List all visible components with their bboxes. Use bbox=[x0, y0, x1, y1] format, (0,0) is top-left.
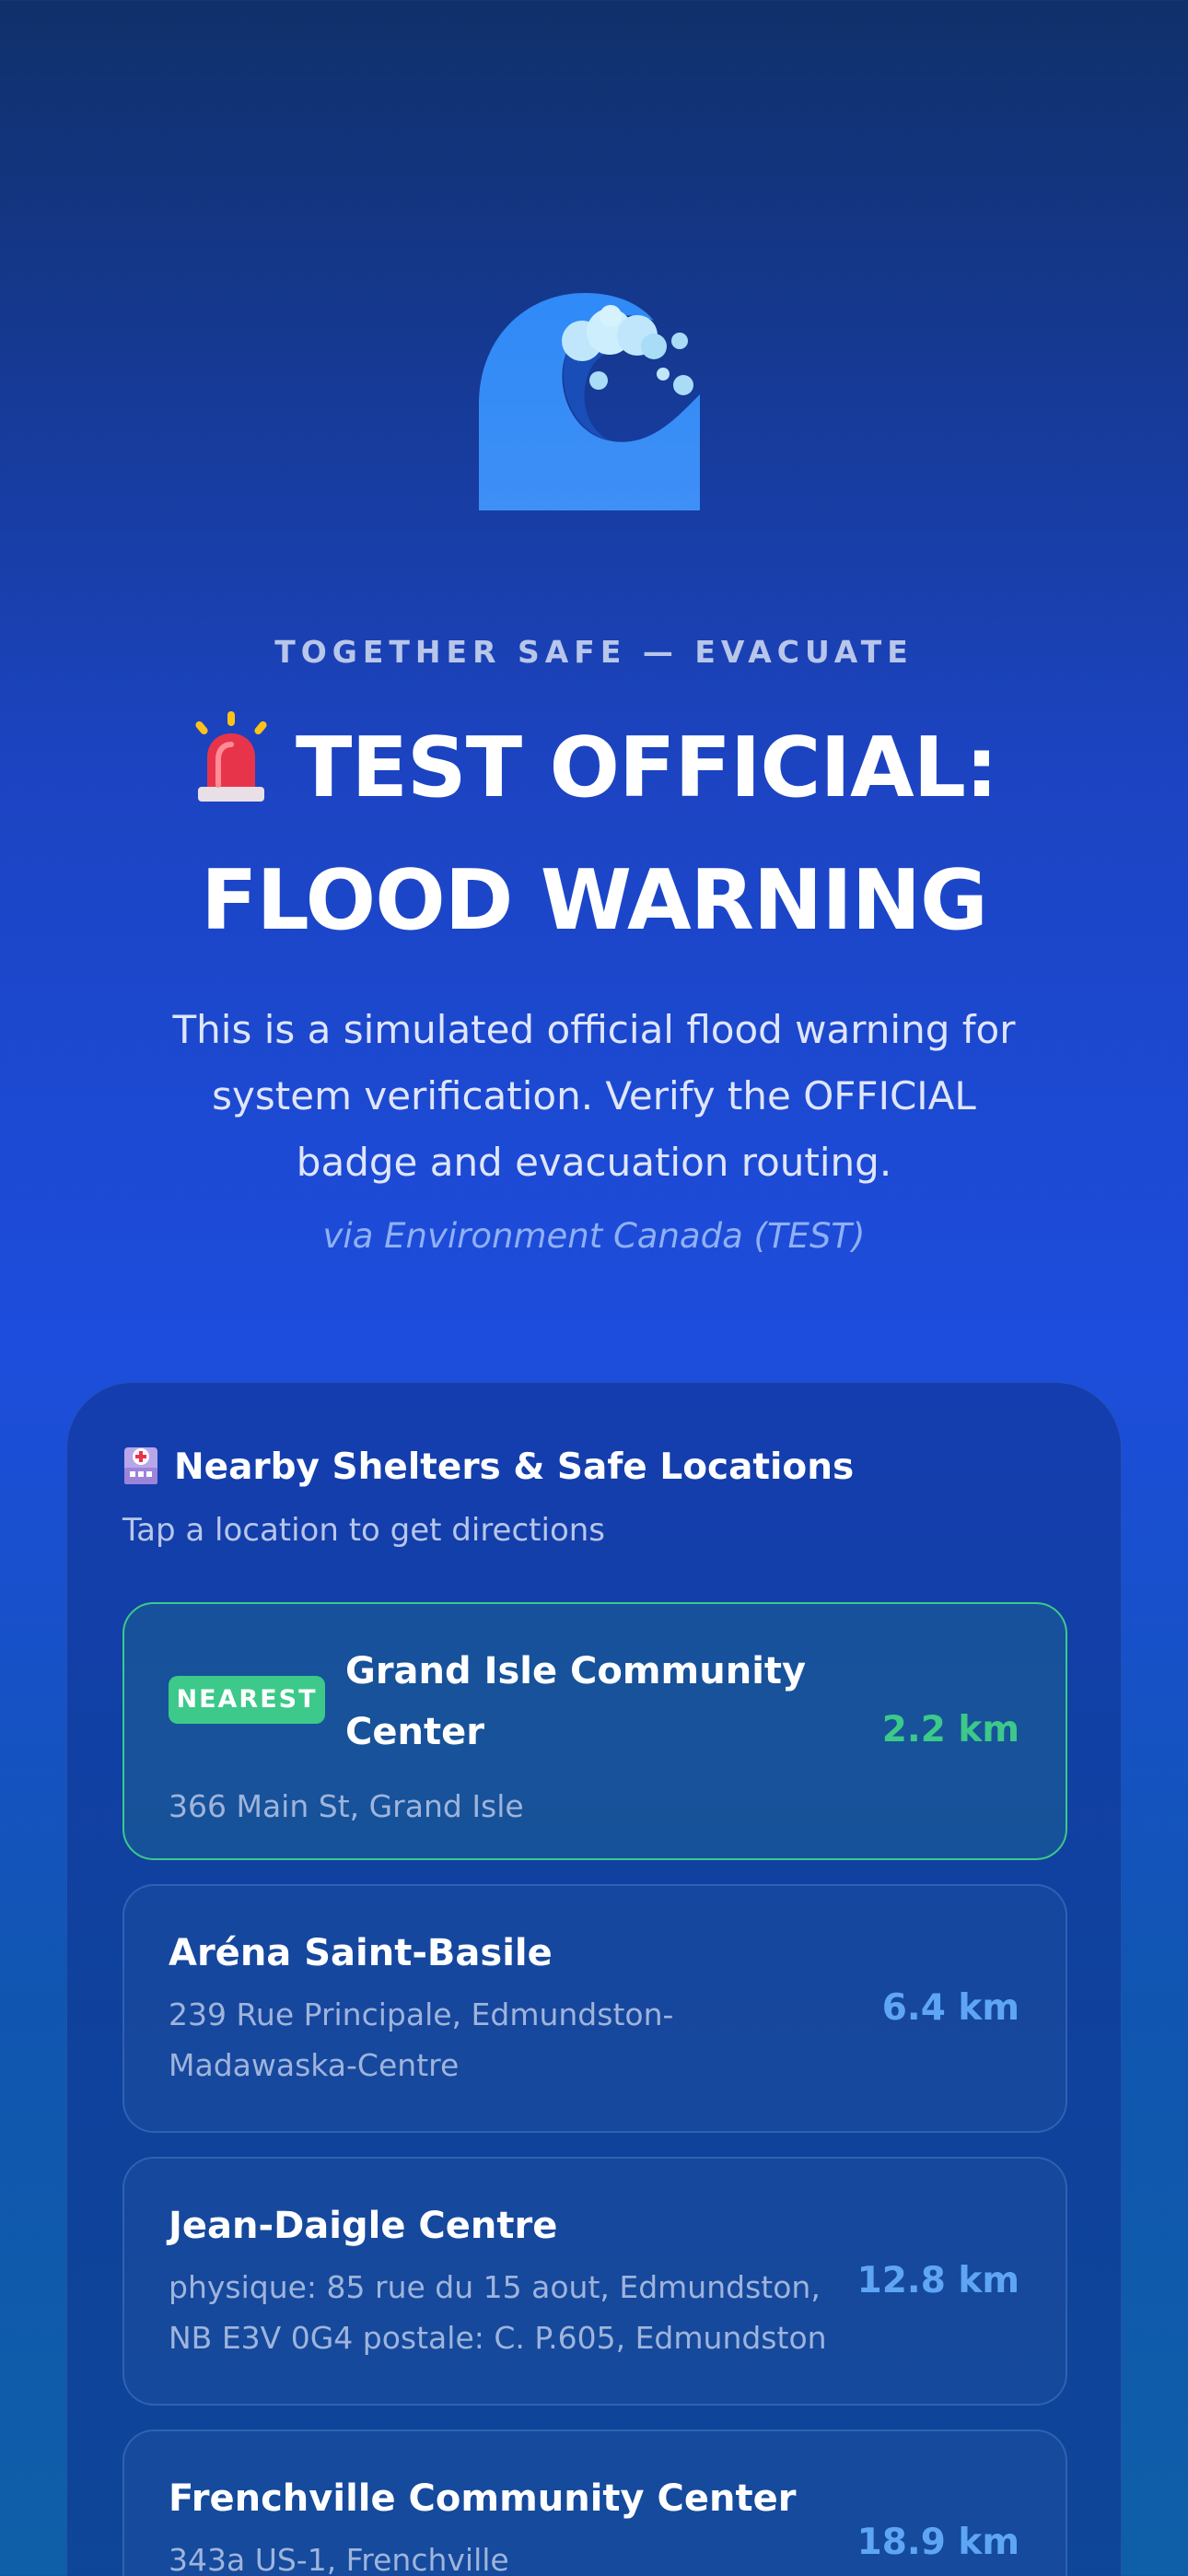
shelter-address: 239 Rue Principale, Edmundston-Madawaska… bbox=[169, 1996, 674, 2083]
hospital-icon bbox=[124, 1447, 157, 1484]
shelter-distance: 18.9 km bbox=[856, 2522, 1019, 2563]
shelter-address: 366 Main St, Grand Isle bbox=[169, 1788, 524, 1824]
shelter-card-grand-isle[interactable]: NEAREST Grand Isle Community Center 366 … bbox=[122, 1602, 1067, 1860]
shelters-title: Nearby Shelters & Safe Locations bbox=[122, 1444, 854, 1488]
alert-kicker: TOGETHER SAFE — EVACUATE bbox=[274, 634, 914, 670]
alert-source: via Environment Canada (TEST) bbox=[322, 1216, 866, 1256]
shelters-subtitle: Tap a location to get directions bbox=[122, 1512, 606, 1549]
shelter-name: Grand Isle Community Center bbox=[345, 1650, 807, 1753]
shelter-card-arena-saint-basile[interactable]: Aréna Saint-Basile 239 Rue Principale, E… bbox=[122, 1884, 1067, 2133]
alert-title-text: TEST OFFICIAL: FLOOD WARNING bbox=[201, 720, 998, 949]
shelter-distance: 6.4 km bbox=[881, 1987, 1019, 2029]
shelters-title-text: Nearby Shelters & Safe Locations bbox=[174, 1446, 855, 1488]
shelter-name: Frenchville Community Center bbox=[169, 2477, 797, 2520]
shelter-address: 343a US-1, Frenchville bbox=[169, 2542, 509, 2576]
shelter-name: Aréna Saint-Basile bbox=[169, 1932, 553, 1974]
shelter-name: Jean-Daigle Centre bbox=[169, 2205, 558, 2247]
shelter-distance: 12.8 km bbox=[856, 2260, 1019, 2301]
siren-icon bbox=[195, 711, 267, 802]
alert-title: TEST OFFICIAL: FLOOD WARNING bbox=[111, 702, 1077, 967]
alert-description: This is a simulated official flood warni… bbox=[172, 1007, 1016, 1185]
water-wave-icon bbox=[479, 293, 700, 510]
nearest-badge: NEAREST bbox=[169, 1676, 325, 1724]
shelters-panel: Nearby Shelters & Safe Locations Tap a l… bbox=[66, 1382, 1122, 2576]
shelter-card-jean-daigle[interactable]: Jean-Daigle Centre physique: 85 rue du 1… bbox=[122, 2157, 1067, 2406]
shelter-distance: 2.2 km bbox=[881, 1709, 1019, 1751]
shelter-address: physique: 85 rue du 15 aout, Edmundston,… bbox=[169, 2269, 827, 2356]
shelter-card-frenchville[interactable]: Frenchville Community Center 343a US-1, … bbox=[122, 2430, 1067, 2576]
